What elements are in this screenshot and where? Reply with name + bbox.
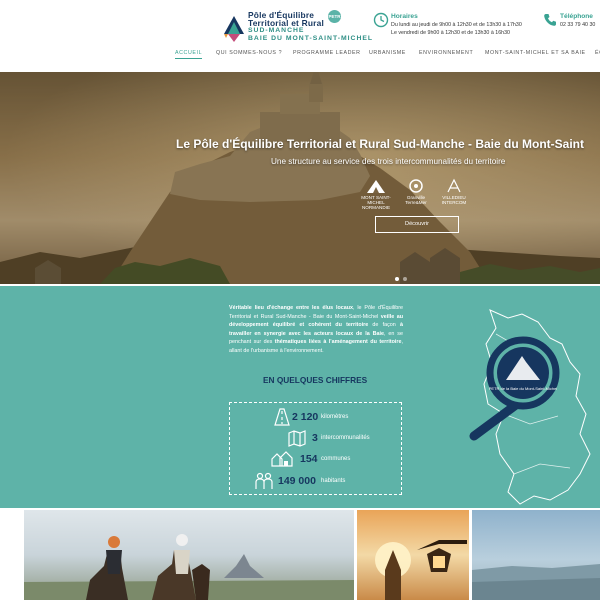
nav-item-environnement[interactable]: ENVIRONNEMENT — [419, 50, 473, 56]
horaires-title: Horaires — [391, 13, 418, 20]
telephone-title: Téléphone — [560, 13, 593, 20]
partner-label-granville: Granville Terre&Mer — [405, 195, 427, 205]
hero-title: Le Pôle d'Équilibre Territorial et Rural… — [176, 137, 585, 151]
chiffre-value-interco: 3 — [312, 432, 318, 444]
horse-riders-image — [24, 534, 354, 600]
clock-icon — [373, 12, 389, 28]
houses-icon — [271, 451, 293, 467]
site-header: Pôle d'Équilibre Territorial et Rural SU… — [0, 0, 600, 72]
chiffre-label-communes: communes — [321, 456, 351, 462]
logo-line-3: SUD-MANCHE — [248, 27, 305, 34]
logo-line-4: BAIE DU MONT-SAINT-MICHEL — [248, 35, 374, 42]
territory-map-magnifier: PETR de la Baie du Mont-Saint-Michel — [469, 309, 591, 505]
map-label: PETR de la Baie du Mont-Saint-Michel — [489, 386, 558, 391]
slider-dots — [395, 268, 411, 284]
horaires-line-1: Du lundi au jeudi de 9h00 à 12h30 et de … — [391, 22, 522, 28]
phone-icon — [544, 14, 556, 26]
chiffre-row-km: 2 120 kilomètres — [230, 407, 403, 427]
intro-bold-1: Véritable lieu d'échange entre les élus … — [229, 305, 354, 311]
chiffres-box: 2 120 kilomètres 3 intercommunalités 154… — [229, 402, 402, 495]
logo-badge: PETR — [328, 10, 341, 23]
chiffre-label-km: kilomètres — [321, 414, 349, 420]
church-sunset-image — [375, 540, 467, 600]
photo-strip — [0, 510, 600, 600]
chiffre-label-habitants: habitants — [321, 478, 346, 484]
photo-church-sunset[interactable] — [357, 510, 469, 600]
slider-dot-1[interactable] — [395, 277, 399, 281]
photo-bay[interactable] — [472, 510, 600, 600]
intro-bold-4: thématiques liées à l'aménagement du ter… — [274, 339, 402, 345]
nav-item-accueil[interactable]: ACCUEIL — [175, 50, 203, 59]
villedieu-logo-icon — [447, 178, 461, 193]
nav-item-programme-leader[interactable]: PROGRAMME LEADER — [293, 50, 361, 56]
chiffre-value-km: 2 120 — [292, 411, 319, 423]
intro-section: Véritable lieu d'échange entre les élus … — [0, 286, 600, 508]
chiffre-row-interco: 3 intercommunalités — [230, 428, 403, 448]
hero-subtitle: Une structure au service des trois inter… — [271, 157, 506, 166]
photo-horse-riders[interactable] — [24, 510, 354, 600]
map-icon — [288, 430, 306, 447]
hero-overlay — [0, 72, 600, 284]
telephone-number[interactable]: 02 33 79 40 30 — [560, 22, 595, 28]
chiffre-row-habitants: 149 000 habitants — [230, 471, 403, 491]
partner-logo-villedieu: VILLEDIEU INTERCOM — [436, 178, 472, 205]
people-icon — [255, 472, 273, 489]
logo-text: Pôle d'Équilibre Territorial et Rural SU… — [248, 11, 373, 43]
intro-paragraph: Véritable lieu d'échange entre les élus … — [229, 304, 403, 355]
route-icon — [274, 408, 290, 426]
slider-dot-2[interactable] — [403, 277, 407, 281]
chiffre-row-communes: 154 communes — [230, 449, 403, 469]
chiffre-value-communes: 154 — [300, 453, 318, 465]
logo-line-2: Territorial et Rural — [248, 18, 324, 28]
horaires-line-2: Le vendredi de 9h00 à 12h30 et de 13h30 … — [391, 30, 510, 36]
intro-text-2: de façon — [368, 322, 400, 328]
site-logo[interactable]: Pôle d'Équilibre Territorial et Rural SU… — [222, 10, 372, 46]
granville-logo-icon — [409, 179, 423, 193]
msm-logo-icon — [367, 180, 385, 193]
nav-item-urbanisme[interactable]: URBANISME — [369, 50, 406, 56]
logo-mark-icon — [224, 16, 244, 42]
partner-label-villedieu: VILLEDIEU INTERCOM — [441, 195, 467, 205]
bay-image — [472, 564, 600, 600]
chiffre-label-interco: intercommunalités — [321, 435, 370, 441]
partner-logo-granville: Granville Terre&Mer — [398, 178, 434, 205]
nav-item-mont-saint-michel[interactable]: MONT-SAINT-MICHEL ET SA BAIE — [485, 50, 586, 56]
nav-item-economie[interactable]: ÉC — [595, 50, 600, 56]
page: Pôle d'Équilibre Territorial et Rural SU… — [0, 0, 600, 600]
decouvrir-button[interactable]: Découvrir — [375, 216, 459, 233]
hero-slider: Le Pôle d'Équilibre Territorial et Rural… — [0, 72, 600, 284]
chiffres-heading: EN QUELQUES CHIFFRES — [263, 375, 368, 385]
nav-item-qui-sommes-nous[interactable]: QUI SOMMES-NOUS ? — [216, 50, 282, 56]
chiffre-value-habitants: 149 000 — [278, 475, 316, 487]
partner-label-msm: MONT SAINT-MICHEL NORMANDIE — [361, 195, 391, 210]
partner-logo-msm: MONT SAINT-MICHEL NORMANDIE — [358, 178, 394, 210]
